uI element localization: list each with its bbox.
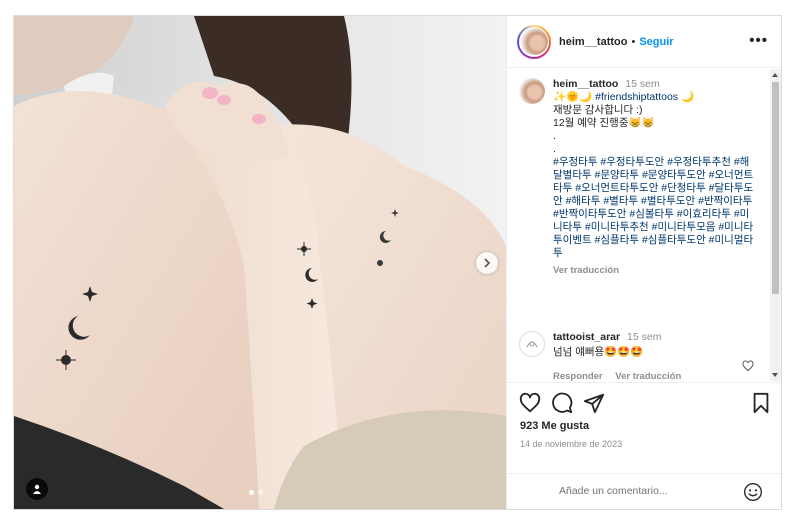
hashtag-link[interactable]: #friendshiptattoos (595, 91, 678, 103)
caption: heim__tattoo 15 sem ✨🌞🌙 #friendshiptatto… (519, 78, 758, 277)
scroll-thumb[interactable] (772, 82, 779, 294)
next-slide-button[interactable] (476, 252, 498, 274)
post-media[interactable] (14, 16, 506, 509)
caption-line: 12월 예약 진행중😸😸 (553, 117, 655, 129)
more-options-icon[interactable]: ••• (749, 33, 768, 48)
caption-avatar[interactable] (519, 78, 545, 104)
smiley-icon[interactable] (743, 482, 763, 502)
caption-emoji: ✨🌞🌙 (553, 91, 596, 103)
commenter-logo-icon (526, 341, 538, 348)
likes-count[interactable]: 923 Me gusta (520, 420, 589, 432)
comment-like-heart-icon[interactable] (742, 360, 754, 372)
reply-link[interactable]: Responder (553, 371, 603, 381)
comment-username[interactable]: tattooist_arar (553, 331, 620, 343)
avatar[interactable] (517, 24, 551, 59)
post-header: heim__tattoo • Seguir ••• (507, 16, 781, 68)
caption-line: . (553, 143, 556, 155)
caption-translate-link[interactable]: Ver traducción (553, 265, 619, 276)
carousel-dots (249, 490, 263, 495)
carousel-dot (249, 490, 254, 495)
heart-icon[interactable] (519, 392, 541, 414)
author-username[interactable]: heim__tattoo (559, 36, 627, 48)
comment-translate-link[interactable]: Ver traducción (615, 371, 681, 381)
tagged-users-button[interactable] (26, 478, 48, 500)
comment-text: 넘넘 얘뻐용🤩🤩🤩 (553, 346, 644, 358)
comment-time[interactable]: 15 sem (627, 331, 661, 343)
bookmark-icon[interactable] (750, 392, 772, 414)
commenter-avatar[interactable] (519, 331, 545, 357)
comment-input[interactable] (557, 484, 731, 498)
scroll-up-arrow-icon[interactable] (772, 73, 778, 77)
add-comment-bar (507, 473, 781, 509)
scroll-down-arrow-icon[interactable] (772, 373, 778, 377)
post-side-panel: heim__tattoo • Seguir ••• heim__tattoo 1… (506, 16, 781, 509)
comment-item: tattooist_arar 15 sem 넘넘 얘뻐용🤩🤩🤩 Responde… (519, 331, 758, 381)
caption-line: 재방문 감사합니다 :) (553, 104, 643, 116)
header-separator: • (631, 35, 636, 48)
paper-plane-icon[interactable] (583, 392, 605, 414)
post-actions: 923 Me gusta 14 de noviembre de 2023 (507, 382, 781, 509)
follow-button[interactable]: Seguir (639, 36, 673, 48)
post-date[interactable]: 14 de noviembre de 2023 (520, 439, 622, 449)
instagram-post: heim__tattoo • Seguir ••• heim__tattoo 1… (13, 15, 782, 510)
carousel-dot (258, 490, 263, 495)
caption-emoji-end: 🌙 (678, 91, 695, 103)
caption-text: ✨🌞🌙 #friendshiptattoos 🌙 (553, 91, 758, 104)
caption-hashtags[interactable]: #우정타투 #우정타투도안 #우정타투추천 #해달별타투 #문양타투 #문양타투… (553, 156, 758, 260)
tattoo-photo (14, 16, 506, 509)
comments-scrollbar[interactable] (770, 69, 781, 381)
comment-icon[interactable] (551, 392, 573, 414)
caption-time[interactable]: 15 sem (625, 78, 659, 90)
user-icon (33, 484, 41, 494)
caption-line: . (553, 130, 556, 142)
caption-username[interactable]: heim__tattoo (553, 78, 618, 90)
chevron-right-icon (484, 258, 491, 268)
comments-list[interactable]: heim__tattoo 15 sem ✨🌞🌙 #friendshiptatto… (507, 69, 770, 381)
